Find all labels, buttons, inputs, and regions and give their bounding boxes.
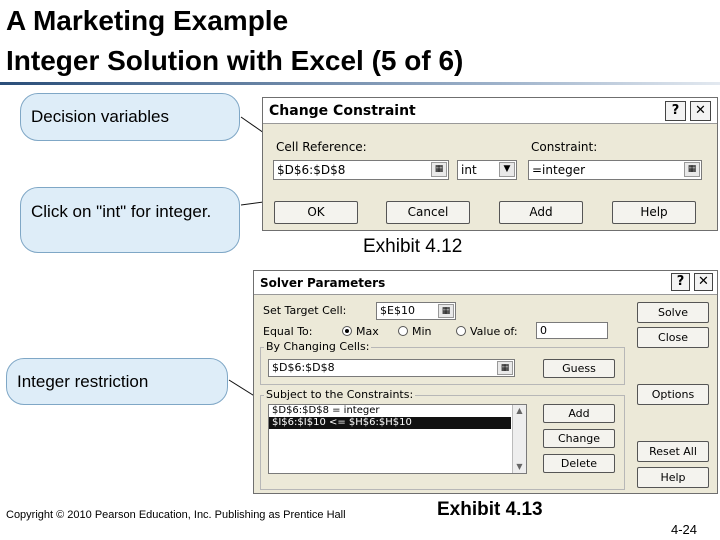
change-constraint-dialog: Change Constraint ? ✕ Cell Reference: $D… [262,97,718,231]
radio-max[interactable]: Max [342,325,379,338]
value-of-input[interactable]: 0 [536,322,608,339]
close-button[interactable]: Close [637,327,709,348]
constraint-item[interactable]: $D$6:$D$8 = integer [269,405,526,417]
scroll-down-arrow-icon[interactable]: ▼ [513,461,526,473]
radio-value-of-label: Value of: [470,325,518,338]
operator-value: int [461,163,477,177]
changing-cells-input[interactable]: $D$6:$D$8 ▦ [268,359,515,377]
scroll-up-arrow-icon[interactable]: ▲ [513,405,526,417]
change-constraint-titlebar: Change Constraint ? ✕ [263,98,717,124]
constraint-input[interactable]: =integer ▦ [528,160,702,180]
add-constraint-button[interactable]: Add [543,404,615,423]
constraints-label: Subject to the Constraints: [264,388,416,401]
help-icon[interactable]: ? [671,273,690,291]
target-cell-value: $E$10 [380,304,415,317]
constraint-value: =integer [532,163,586,177]
exhibit-label-4-12: Exhibit 4.12 [363,236,463,257]
cancel-button[interactable]: Cancel [386,201,470,224]
solver-help-button[interactable]: Help [637,467,709,488]
changing-cells-value: $D$6:$D$8 [272,361,335,374]
cell-reference-label: Cell Reference: [276,140,367,154]
range-picker-icon[interactable]: ▦ [497,361,513,375]
change-constraint-button[interactable]: Change [543,429,615,448]
change-constraint-title: Change Constraint [269,103,416,119]
radio-min-indicator[interactable] [398,326,408,336]
solve-button[interactable]: Solve [637,302,709,323]
close-icon[interactable]: ✕ [690,101,711,121]
reset-all-button[interactable]: Reset All [637,441,709,462]
copyright-notice: Copyright © 2010 Pearson Education, Inc.… [6,509,346,521]
options-button[interactable]: Options [637,384,709,405]
constraints-scrollbar[interactable]: ▲ ▼ [512,405,526,473]
target-cell-input[interactable]: $E$10 ▦ [376,302,456,320]
help-button[interactable]: Help [612,201,696,224]
cell-reference-value: $D$6:$D$8 [277,163,346,177]
equal-to-label: Equal To: [263,325,313,338]
radio-max-indicator[interactable] [342,326,352,336]
solver-parameters-titlebar: Solver Parameters ? ✕ [254,271,717,295]
add-button[interactable]: Add [499,201,583,224]
cell-reference-input[interactable]: $D$6:$D$8 ▦ [273,160,449,180]
target-cell-label: Set Target Cell: [263,304,347,317]
radio-min-label: Min [412,325,432,338]
help-icon[interactable]: ? [665,101,686,121]
changing-cells-label: By Changing Cells: [264,340,372,353]
callout-click-int: Click on "int" for integer. [20,187,240,253]
range-picker-icon[interactable]: ▦ [684,162,700,177]
radio-max-label: Max [356,325,379,338]
operator-dropdown[interactable]: int ▼ [457,160,517,180]
delete-constraint-button[interactable]: Delete [543,454,615,473]
solver-parameters-dialog: Solver Parameters ? ✕ Set Target Cell: $… [253,270,718,494]
solver-parameters-title: Solver Parameters [260,276,386,290]
chevron-down-icon[interactable]: ▼ [499,162,515,177]
ok-button[interactable]: OK [274,201,358,224]
constraint-label: Constraint: [531,140,598,154]
range-picker-icon[interactable]: ▦ [438,304,454,318]
callout-decision-variables: Decision variables [20,93,240,141]
radio-value-of[interactable]: Value of: [456,325,518,338]
close-icon[interactable]: ✕ [694,273,713,291]
page-number: 4-24 [671,522,698,537]
constraint-item[interactable]: $I$6:$I$10 <= $H$6:$H$10 [269,417,511,429]
radio-min[interactable]: Min [398,325,432,338]
radio-value-of-indicator[interactable] [456,326,466,336]
constraints-list[interactable]: $D$6:$D$8 = integer $I$6:$I$10 <= $H$6:$… [268,404,527,474]
range-picker-icon[interactable]: ▦ [431,162,447,177]
guess-button[interactable]: Guess [543,359,615,378]
exhibit-label-4-13: Exhibit 4.13 [437,499,543,520]
callout-integer-restriction: Integer restriction [6,358,228,405]
